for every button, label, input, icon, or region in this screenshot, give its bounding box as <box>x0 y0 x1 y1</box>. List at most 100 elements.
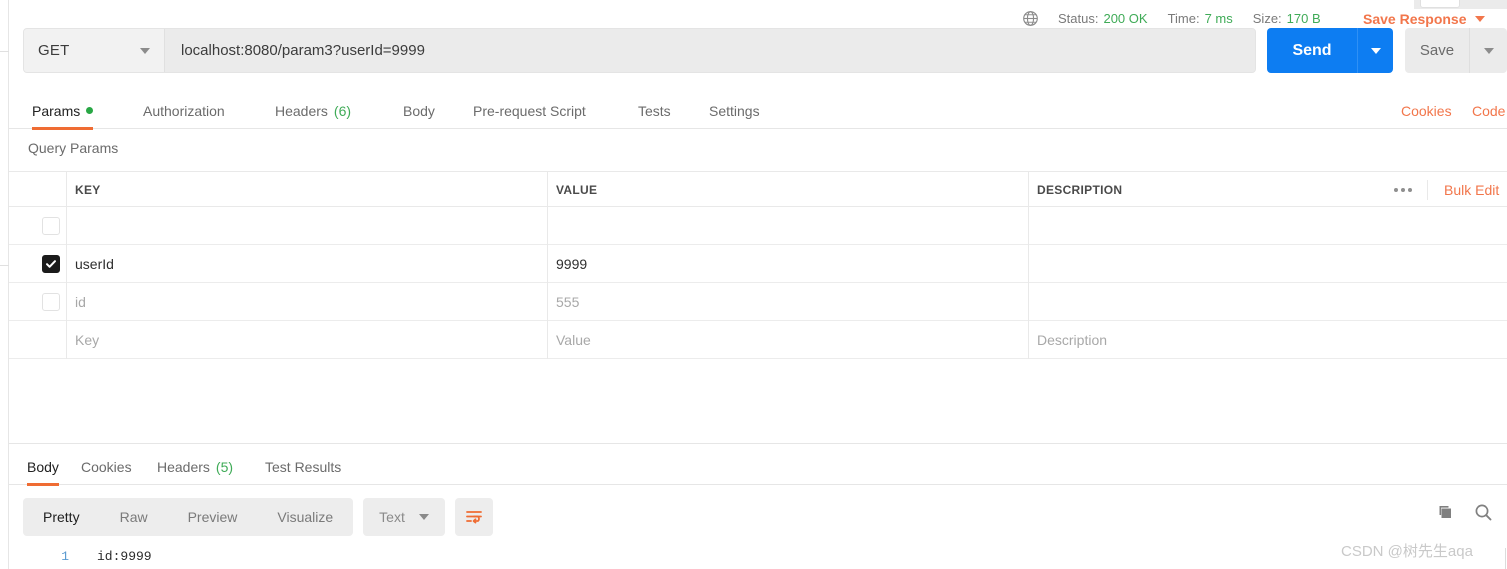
rail-notch <box>0 51 9 52</box>
table-row[interactable] <box>9 207 1507 245</box>
response-body-code[interactable]: 1 id:9999 <box>9 546 1507 569</box>
postman-request-response-view: GET localhost:8080/param3?userId=9999 Se… <box>0 0 1507 569</box>
response-tab-label: Test Results <box>265 458 342 475</box>
search-icon[interactable] <box>1473 502 1493 522</box>
ellipsis-icon[interactable] <box>1394 182 1412 198</box>
check-icon <box>46 259 56 268</box>
size-value: 170 B <box>1286 11 1321 26</box>
response-tab-bar: Body Cookies Headers (5) Test Results <box>9 448 1507 486</box>
request-tab-authorization[interactable]: Authorization <box>143 92 225 129</box>
column-divider <box>66 283 67 321</box>
ellipsis-dot <box>1394 188 1398 192</box>
status-value: 200 OK <box>1103 11 1148 26</box>
request-link-cookies[interactable]: Cookies <box>1401 92 1452 129</box>
column-divider <box>1028 283 1029 321</box>
chevron-down-icon <box>1474 15 1485 22</box>
request-tab-label: Headers <box>275 102 328 119</box>
query-params-table-body: userId 9999 id 555 Key Value Description <box>9 207 1507 359</box>
bulk-edit-button[interactable]: Bulk Edit <box>1444 172 1499 208</box>
save-response-button[interactable]: Save Response <box>1363 0 1485 37</box>
column-divider <box>1028 321 1029 359</box>
response-tab-test-results[interactable]: Test Results <box>265 448 341 485</box>
request-tab-params[interactable]: Params <box>32 92 94 130</box>
column-divider <box>66 207 67 245</box>
view-mode-visualize[interactable]: Visualize <box>257 498 353 536</box>
rail-notch <box>0 265 9 266</box>
response-body-line: id:9999 <box>97 549 152 564</box>
response-tab-body[interactable]: Body <box>27 448 59 486</box>
cell-value[interactable]: 555 <box>556 283 579 321</box>
request-tab-label: Params <box>32 102 81 119</box>
time-label: Time: <box>1167 11 1200 26</box>
column-divider <box>1028 172 1029 208</box>
ellipsis-dot <box>1408 188 1412 192</box>
request-tab-body[interactable]: Body <box>403 92 435 129</box>
request-tab-label: Body <box>403 102 435 119</box>
column-divider <box>66 321 67 359</box>
cell-value[interactable]: 9999 <box>556 245 587 283</box>
cell-value[interactable]: Value <box>556 321 591 359</box>
request-tab-tests[interactable]: Tests <box>638 92 671 129</box>
http-method-label: GET <box>38 42 70 59</box>
table-row[interactable]: Key Value Description <box>9 321 1507 359</box>
response-format-label: Text <box>379 509 405 525</box>
response-tab-cookies[interactable]: Cookies <box>81 448 132 485</box>
response-divider <box>9 443 1507 444</box>
watermark-tick <box>1505 548 1506 569</box>
request-tab-label: Settings <box>709 102 760 119</box>
globe-icon <box>1023 11 1038 26</box>
column-divider <box>66 172 67 208</box>
response-tab-headers[interactable]: Headers (5) <box>157 448 233 485</box>
column-divider <box>547 283 548 321</box>
response-tab-label: Cookies <box>81 458 132 475</box>
column-divider <box>547 321 548 359</box>
word-wrap-button[interactable] <box>454 498 493 536</box>
word-wrap-icon <box>465 511 482 524</box>
response-view-mode-group: Pretty Raw Preview Visualize <box>23 498 354 536</box>
response-tab-count: (5) <box>215 458 234 475</box>
header-action-divider <box>1427 180 1428 200</box>
chevron-down-icon <box>1370 47 1381 54</box>
csdn-watermark: CSDN @树先生aqa <box>1341 543 1473 560</box>
table-row[interactable]: id 555 <box>9 283 1507 321</box>
row-enabled-checkbox[interactable] <box>42 254 60 273</box>
column-header-key: KEY <box>75 183 101 197</box>
http-method-select[interactable]: GET <box>24 29 165 72</box>
view-mode-raw[interactable]: Raw <box>100 498 168 536</box>
request-tab-pre-request-script[interactable]: Pre-request Script <box>473 92 586 129</box>
response-view-bar: Pretty Raw Preview Visualize Text <box>23 498 493 536</box>
status-label: Status: <box>1058 11 1099 26</box>
table-row[interactable]: userId 9999 <box>9 245 1507 283</box>
cell-key[interactable]: id <box>75 283 86 321</box>
request-link-code[interactable]: Code <box>1472 92 1505 129</box>
cell-key[interactable]: userId <box>75 245 114 283</box>
query-params-table: KEY VALUE DESCRIPTION Bulk Edit userId 9999 i… <box>9 171 1507 359</box>
save-response-label: Save Response <box>1363 10 1467 27</box>
request-tab-headers[interactable]: Headers (6) <box>275 92 351 129</box>
view-mode-preview[interactable]: Preview <box>168 498 258 536</box>
column-divider <box>547 172 548 208</box>
cell-key[interactable]: Key <box>75 321 99 359</box>
modified-indicator-dot <box>86 107 94 114</box>
column-divider <box>1028 207 1029 245</box>
response-tab-label: Headers <box>157 458 210 475</box>
column-divider <box>66 245 67 283</box>
response-format-select[interactable]: Text <box>363 498 445 536</box>
chevron-down-icon <box>418 514 429 520</box>
size-label: Size: <box>1252 11 1282 26</box>
chevron-down-icon <box>1483 47 1494 54</box>
time-value: 7 ms <box>1204 11 1233 26</box>
row-enabled-checkbox[interactable] <box>42 292 60 311</box>
cell-description[interactable]: Description <box>1037 321 1107 359</box>
column-divider <box>1028 245 1029 283</box>
view-mode-pretty[interactable]: Pretty <box>23 498 100 536</box>
request-tab-count: (6) <box>333 102 352 119</box>
response-tab-label: Body <box>27 458 59 475</box>
request-tab-settings[interactable]: Settings <box>709 92 760 129</box>
request-tab-label: Pre-request Script <box>473 102 586 119</box>
copy-icon[interactable] <box>1435 502 1455 522</box>
response-meta: Status: 200 OK Time: 7 ms Size: 170 B <box>1022 0 1321 37</box>
request-tab-bar: Params Authorization Headers (6) Body Pre-req… <box>9 92 1507 130</box>
query-params-title: Query Params <box>28 140 119 156</box>
row-enabled-checkbox[interactable] <box>42 216 60 235</box>
